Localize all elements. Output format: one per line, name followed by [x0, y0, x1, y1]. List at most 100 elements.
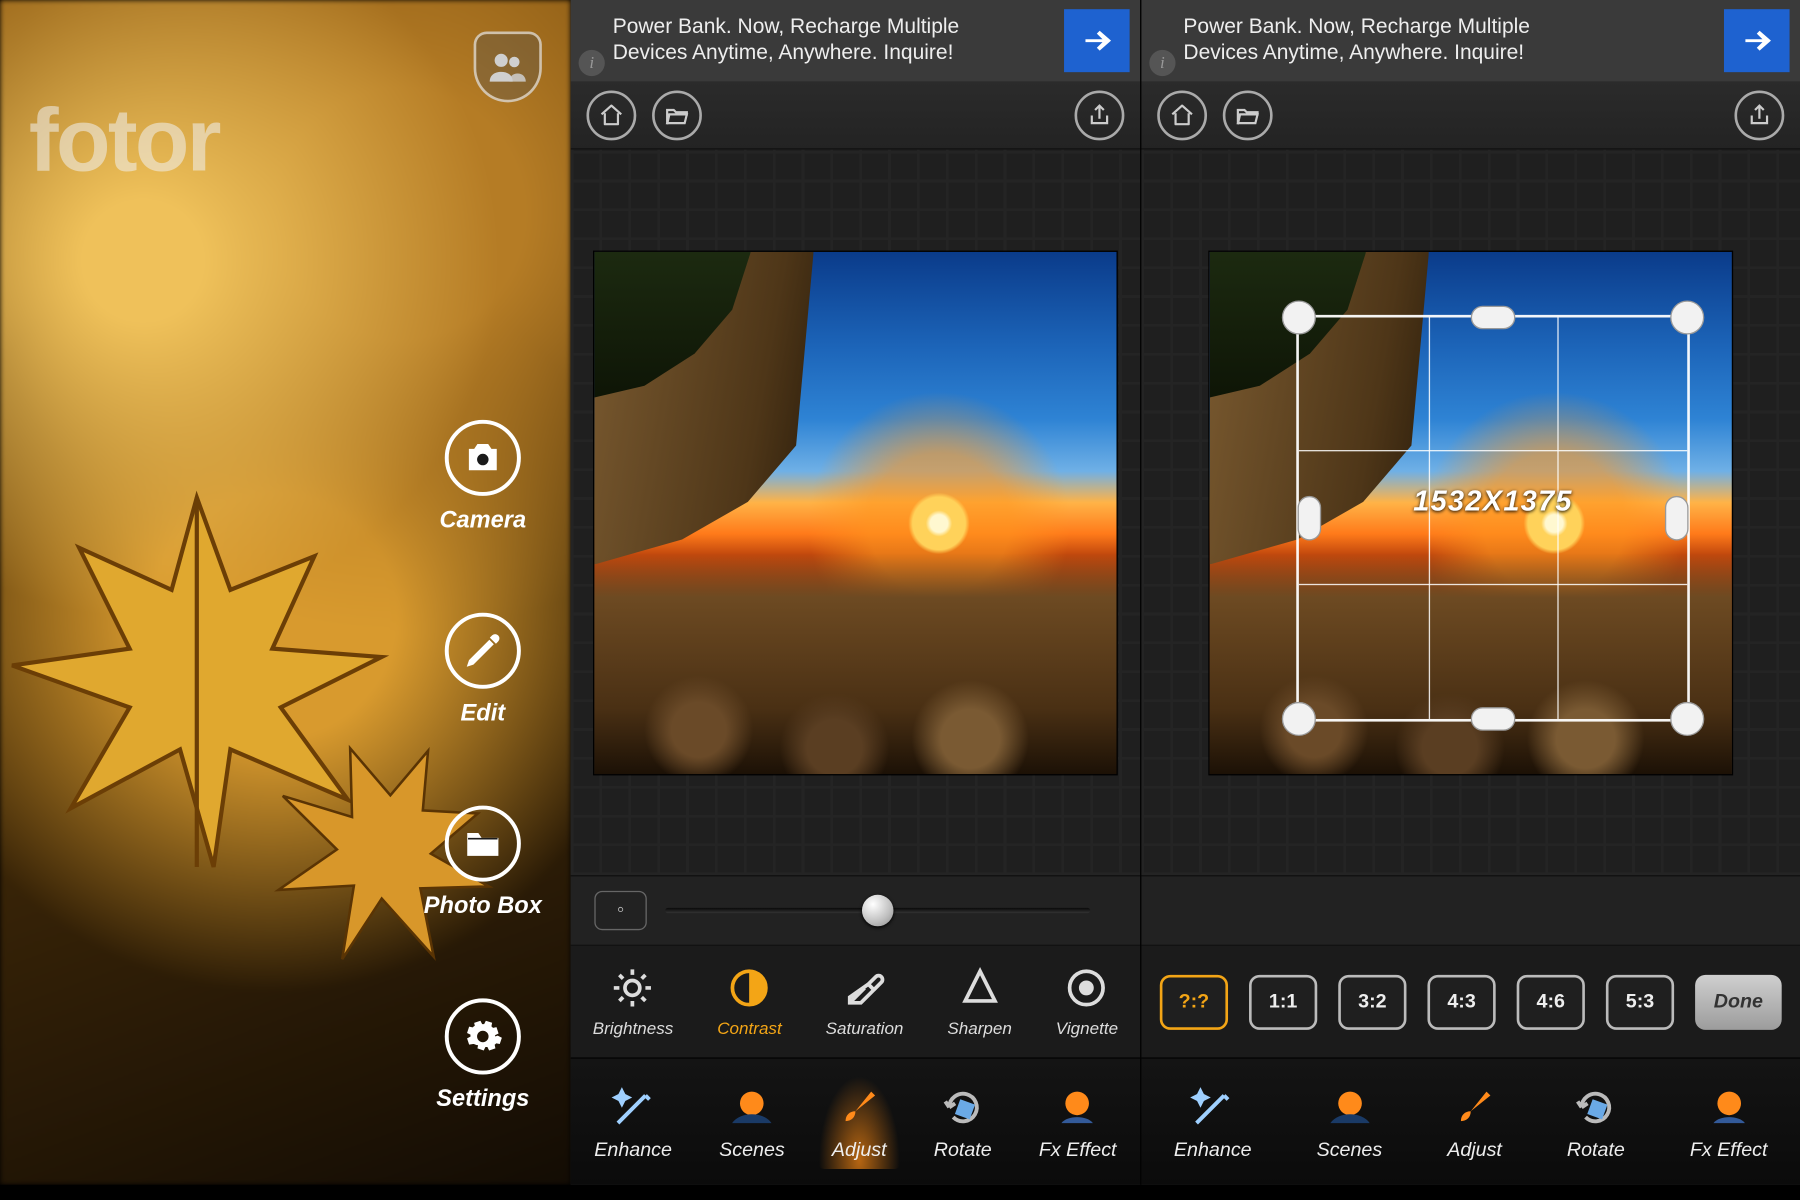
- tab-adjust[interactable]: Adjust: [1434, 1075, 1515, 1168]
- tool-vignette[interactable]: Vignette: [1056, 966, 1118, 1038]
- crop-handle-right[interactable]: [1665, 495, 1689, 540]
- camera-icon: [463, 438, 502, 477]
- arrow-right-icon: [1080, 24, 1114, 58]
- tab-label: Rotate: [934, 1138, 992, 1160]
- ratio-free[interactable]: ?:?: [1160, 974, 1228, 1029]
- tool-brightness[interactable]: Brightness: [593, 966, 674, 1038]
- ratio-4-6[interactable]: 4:6: [1517, 974, 1585, 1029]
- menu-settings[interactable]: Settings: [436, 998, 529, 1112]
- share-button[interactable]: [1075, 90, 1125, 140]
- tab-fx[interactable]: Fx Effect: [1677, 1075, 1781, 1168]
- rotate-icon: [939, 1083, 986, 1130]
- tab-adjust[interactable]: Adjust: [819, 1075, 900, 1168]
- ad-banner[interactable]: i Power Bank. Now, Recharge MultipleDevi…: [1141, 0, 1800, 81]
- rotate-icon: [1572, 1083, 1619, 1130]
- canvas-area: [571, 150, 1140, 876]
- tool-label: Brightness: [593, 1018, 674, 1038]
- tab-fx[interactable]: Fx Effect: [1026, 1075, 1130, 1168]
- tab-rotate[interactable]: Rotate: [921, 1075, 1005, 1168]
- fx-icon: [1054, 1083, 1101, 1130]
- ratio-3-2[interactable]: 3:2: [1338, 974, 1406, 1029]
- menu-edit[interactable]: Edit: [445, 613, 521, 727]
- crop-handle-bl[interactable]: [1282, 701, 1316, 735]
- crop-handle-br[interactable]: [1670, 701, 1704, 735]
- sharpen-icon: [957, 966, 1002, 1011]
- info-icon[interactable]: i: [579, 50, 605, 76]
- crop-handle-bottom[interactable]: [1471, 707, 1516, 731]
- crop-done-button[interactable]: Done: [1695, 974, 1782, 1029]
- mode-tabs: Enhance Scenes Adjust Rotate Fx Effect: [1141, 1059, 1800, 1185]
- tool-sharpen[interactable]: Sharpen: [947, 966, 1011, 1038]
- tab-enhance[interactable]: Enhance: [1161, 1075, 1265, 1168]
- tab-label: Fx Effect: [1690, 1138, 1768, 1160]
- tab-scenes[interactable]: Scenes: [706, 1075, 798, 1168]
- adjust-slider-row: ◦: [571, 875, 1140, 946]
- open-button[interactable]: [652, 90, 702, 140]
- brush-icon: [1451, 1083, 1498, 1130]
- ratio-4-3[interactable]: 4:3: [1427, 974, 1495, 1029]
- tab-label: Fx Effect: [1039, 1138, 1117, 1160]
- editor-topbar: [1141, 81, 1800, 149]
- home-icon: [1169, 102, 1195, 128]
- preview-image[interactable]: 1532X1375: [1208, 250, 1733, 775]
- menu-label: Settings: [436, 1085, 529, 1113]
- app-logo: fotor: [29, 89, 219, 191]
- ad-banner[interactable]: i Power Bank. Now, Recharge MultipleDevi…: [571, 0, 1140, 81]
- preview-image[interactable]: [593, 250, 1118, 775]
- aspect-ratio-row: ?:? 1:1 3:2 4:3 4:6 5:3 Done: [1141, 946, 1800, 1059]
- share-button[interactable]: [1734, 90, 1784, 140]
- crop-handle-tr[interactable]: [1670, 300, 1704, 334]
- tab-label: Enhance: [1174, 1138, 1252, 1160]
- tab-label: Scenes: [1317, 1138, 1383, 1160]
- tab-label: Adjust: [832, 1138, 887, 1160]
- menu-camera[interactable]: Camera: [439, 420, 526, 534]
- fx-icon: [1705, 1083, 1752, 1130]
- community-button[interactable]: [474, 31, 542, 102]
- adjust-slider[interactable]: [665, 908, 1090, 913]
- editor-pane-adjust: i Power Bank. Now, Recharge MultipleDevi…: [571, 0, 1140, 1185]
- ad-text: Power Bank. Now, Recharge MultipleDevice…: [1178, 14, 1724, 66]
- users-icon: [488, 51, 527, 82]
- canvas-area: 1532X1375: [1141, 150, 1800, 876]
- spacer-row: [1141, 875, 1800, 946]
- wand-icon: [610, 1083, 657, 1130]
- tool-contrast[interactable]: Contrast: [717, 966, 781, 1038]
- arrow-right-icon: [1740, 24, 1774, 58]
- tab-label: Rotate: [1567, 1138, 1625, 1160]
- slider-thumb[interactable]: [862, 895, 893, 926]
- ad-arrow-button[interactable]: [1064, 9, 1130, 72]
- tool-label: Saturation: [826, 1018, 904, 1038]
- tab-enhance[interactable]: Enhance: [581, 1075, 685, 1168]
- tool-saturation[interactable]: Saturation: [826, 966, 904, 1038]
- crop-handle-top[interactable]: [1471, 305, 1516, 329]
- editor-topbar: [571, 81, 1140, 149]
- folder-open-icon: [1235, 102, 1261, 128]
- home-button[interactable]: [1157, 90, 1207, 140]
- folder-open-icon: [664, 102, 690, 128]
- menu-label: Photo Box: [424, 892, 542, 920]
- crop-handle-left[interactable]: [1298, 495, 1322, 540]
- home-button[interactable]: [586, 90, 636, 140]
- ratio-1-1[interactable]: 1:1: [1249, 974, 1317, 1029]
- pencil-icon: [463, 631, 502, 670]
- slider-reset-button[interactable]: ◦: [594, 891, 646, 930]
- folder-icon: [463, 824, 502, 863]
- menu-photobox[interactable]: Photo Box: [424, 806, 542, 920]
- tool-label: Contrast: [717, 1018, 781, 1038]
- ad-arrow-button[interactable]: [1724, 9, 1790, 72]
- open-button[interactable]: [1223, 90, 1273, 140]
- scenes-icon: [728, 1083, 775, 1130]
- adjust-tools-row: Brightness Contrast Saturation Sharpen V…: [571, 946, 1140, 1059]
- tab-rotate[interactable]: Rotate: [1554, 1075, 1638, 1168]
- tool-label: Sharpen: [947, 1018, 1011, 1038]
- ratio-5-3[interactable]: 5:3: [1606, 974, 1674, 1029]
- tab-scenes[interactable]: Scenes: [1303, 1075, 1395, 1168]
- share-icon: [1746, 102, 1772, 128]
- info-icon[interactable]: i: [1149, 50, 1175, 76]
- crop-handle-tl[interactable]: [1282, 300, 1316, 334]
- tab-label: Scenes: [719, 1138, 785, 1160]
- crop-frame[interactable]: 1532X1375: [1296, 314, 1690, 721]
- crop-dimensions: 1532X1375: [1413, 484, 1572, 518]
- brush-icon: [836, 1083, 883, 1130]
- home-icon: [598, 102, 624, 128]
